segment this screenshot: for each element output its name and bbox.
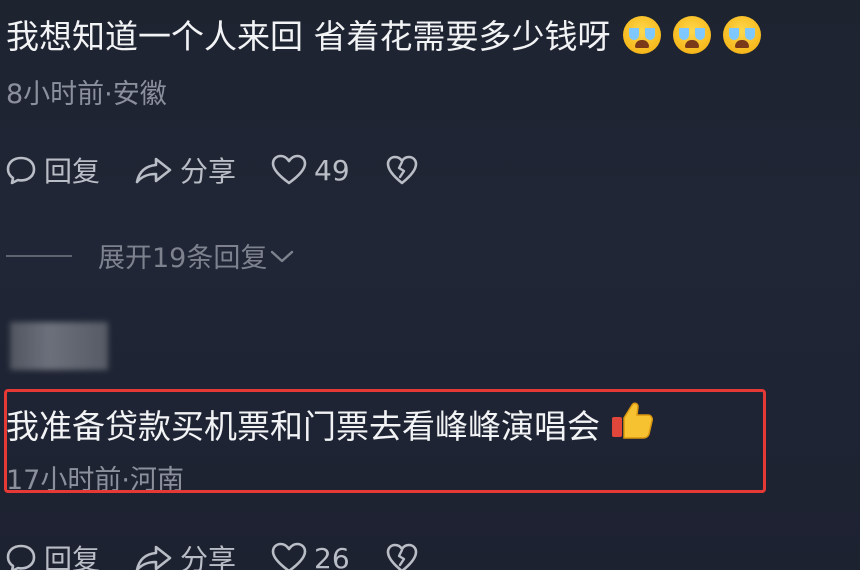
comment-feed: 我想知道一个人来回 省着花需要多少钱呀 8小时前·安徽 回复 分享 49 展开1… bbox=[0, 0, 860, 570]
avatar[interactable] bbox=[10, 322, 108, 370]
broken-heart-icon bbox=[386, 155, 417, 185]
dislike-button[interactable] bbox=[384, 541, 426, 570]
highlight-box bbox=[4, 389, 766, 493]
chevron-down-icon bbox=[271, 250, 294, 262]
share-label: 分享 bbox=[180, 155, 237, 188]
reply-label: 回复 bbox=[44, 155, 101, 188]
like-count: 49 bbox=[314, 153, 350, 187]
reply-label: 回复 bbox=[44, 543, 101, 570]
heart-icon bbox=[271, 154, 307, 185]
share-label: 分享 bbox=[180, 543, 237, 570]
broken-heart-icon bbox=[386, 543, 417, 570]
share-button[interactable]: 分享 bbox=[134, 150, 236, 190]
share-button[interactable]: 分享 bbox=[134, 538, 236, 570]
comment-2-actions: 回复 分享 26 bbox=[4, 538, 460, 570]
expand-replies[interactable]: 展开19条回复 bbox=[6, 236, 295, 275]
crying-face-icon bbox=[672, 15, 711, 54]
reply-button[interactable]: 回复 bbox=[4, 150, 100, 190]
heart-icon bbox=[271, 542, 307, 570]
share-icon bbox=[135, 157, 172, 184]
crying-face-icon bbox=[622, 15, 661, 54]
crying-face-icon bbox=[722, 15, 761, 54]
reply-icon bbox=[6, 156, 36, 185]
comment-1-text: 我想知道一个人来回 省着花需要多少钱呀 bbox=[6, 17, 611, 56]
share-icon bbox=[135, 545, 172, 570]
comment-1-actions: 回复 分享 49 bbox=[4, 150, 460, 190]
divider-line bbox=[6, 254, 72, 257]
dislike-button[interactable] bbox=[384, 153, 426, 187]
reply-icon bbox=[6, 544, 36, 570]
expand-replies-label: 展开19条回复 bbox=[98, 243, 268, 274]
like-button[interactable]: 26 bbox=[270, 541, 350, 570]
reply-button[interactable]: 回复 bbox=[4, 538, 100, 570]
like-count: 26 bbox=[314, 541, 350, 570]
like-button[interactable]: 49 bbox=[270, 153, 350, 187]
comment-1-meta: 8小时前·安徽 bbox=[6, 79, 167, 110]
comment-1: 我想知道一个人来回 省着花需要多少钱呀 bbox=[6, 10, 761, 58]
